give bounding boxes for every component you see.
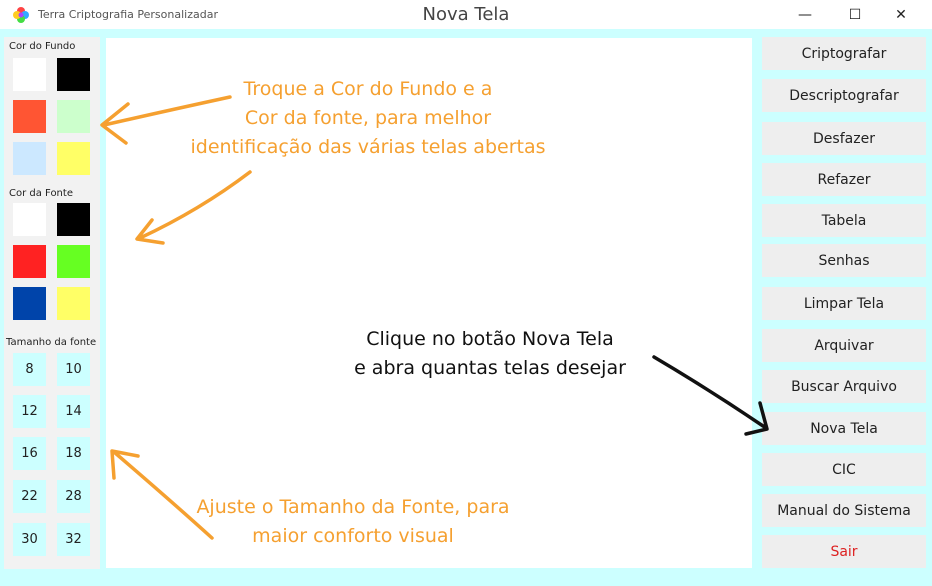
system-manual-button[interactable]: Manual do Sistema — [762, 494, 926, 527]
passwords-button[interactable]: Senhas — [762, 244, 926, 277]
new-screen-button[interactable]: Nova Tela — [762, 412, 926, 445]
font-size-button[interactable]: 18 — [57, 437, 90, 470]
font-size-button[interactable]: 10 — [57, 353, 90, 386]
font-color-swatch-red[interactable] — [13, 245, 46, 278]
bg-color-swatch-black[interactable] — [57, 58, 90, 91]
undo-button[interactable]: Desfazer — [762, 122, 926, 155]
font-size-label: Tamanho da fonte — [6, 337, 97, 348]
title-bar: Terra Criptografia Personalizadar Nova T… — [0, 0, 932, 29]
minimize-button[interactable]: — — [782, 0, 828, 29]
font-size-button[interactable]: 8 — [13, 353, 46, 386]
font-size-button[interactable]: 32 — [57, 523, 90, 556]
font-size-button[interactable]: 30 — [13, 523, 46, 556]
font-size-button[interactable]: 28 — [57, 480, 90, 513]
encrypt-button[interactable]: Criptografar — [762, 37, 926, 70]
color-tip-line-2: Cor da fonte, para melhor — [244, 107, 492, 129]
new-screen-tip-line-1: Clique no botão Nova Tela — [366, 328, 614, 350]
font-size-button[interactable]: 22 — [13, 480, 46, 513]
decrypt-button[interactable]: Descriptografar — [762, 79, 926, 112]
font-size-tip-line-2: maior conforto visual — [252, 525, 454, 547]
font-size-button[interactable]: 12 — [13, 395, 46, 428]
search-file-button[interactable]: Buscar Arquivo — [762, 370, 926, 403]
bg-color-swatch-yellow[interactable] — [57, 142, 90, 175]
color-tip-annotation: Troque a Cor do Fundo e a Cor da fonte, … — [168, 75, 568, 162]
font-size-tip-annotation: Ajuste o Tamanho da Fonte, para maior co… — [163, 493, 543, 551]
font-size-button[interactable]: 14 — [57, 395, 90, 428]
redo-button[interactable]: Refazer — [762, 163, 926, 196]
bg-color-swatch-light-blue[interactable] — [13, 142, 46, 175]
action-button-panel: Criptografar Descriptografar Desfazer Re… — [758, 37, 930, 569]
font-color-swatch-blue[interactable] — [13, 287, 46, 320]
bg-color-swatch-orange[interactable] — [13, 100, 46, 133]
maximize-button[interactable]: ☐ — [832, 0, 878, 29]
new-screen-tip-line-2: e abra quantas telas desejar — [354, 357, 626, 379]
font-color-swatch-black[interactable] — [57, 203, 90, 236]
font-color-swatch-yellow[interactable] — [57, 287, 90, 320]
bg-color-swatch-light-green[interactable] — [57, 100, 90, 133]
font-color-swatch-white[interactable] — [13, 203, 46, 236]
new-screen-tip-annotation: Clique no botão Nova Tela e abra quantas… — [330, 325, 650, 383]
bg-color-swatch-white[interactable] — [13, 58, 46, 91]
font-color-label: Cor da Fonte — [9, 188, 73, 199]
clear-screen-button[interactable]: Limpar Tela — [762, 287, 926, 320]
background-color-label: Cor do Fundo — [9, 41, 76, 52]
close-button[interactable]: ✕ — [878, 0, 924, 29]
color-tip-line-3: identificação das várias telas abertas — [190, 136, 546, 158]
exit-button[interactable]: Sair — [762, 535, 926, 568]
font-color-swatch-green[interactable] — [57, 245, 90, 278]
archive-button[interactable]: Arquivar — [762, 329, 926, 362]
color-tip-line-1: Troque a Cor do Fundo e a — [243, 78, 493, 100]
font-size-tip-line-1: Ajuste o Tamanho da Fonte, para — [196, 496, 510, 518]
table-button[interactable]: Tabela — [762, 204, 926, 237]
formatting-panel: Cor do Fundo Cor da Fonte Tamanho da fon… — [4, 37, 100, 569]
font-size-button[interactable]: 16 — [13, 437, 46, 470]
cic-button[interactable]: CIC — [762, 453, 926, 486]
